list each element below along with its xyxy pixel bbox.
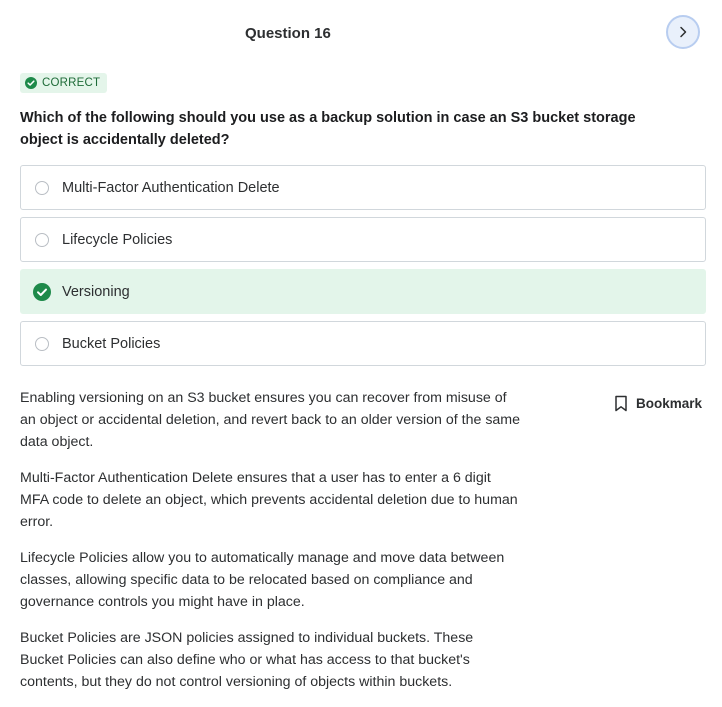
question-title: Question 16: [245, 25, 331, 42]
chevron-right-icon: [680, 26, 687, 38]
radio-button[interactable]: [35, 180, 49, 195]
check-circle-icon: [33, 282, 51, 301]
answer-option-label: Bucket Policies: [62, 335, 161, 352]
radio-button[interactable]: [35, 232, 49, 247]
answer-option[interactable]: Multi-Factor Authentication Delete: [20, 165, 706, 210]
radio-button[interactable]: [35, 336, 49, 351]
explanation-paragraph: Bucket Policies are JSON policies assign…: [20, 630, 474, 690]
bookmark-button[interactable]: Bookmark: [614, 395, 702, 412]
explanation-paragraph: Enabling versioning on an S3 bucket ensu…: [20, 390, 521, 450]
question-prompt: Which of the following should you use as…: [20, 110, 636, 148]
answer-option-label: Multi-Factor Authentication Delete: [62, 179, 280, 196]
answer-option[interactable]: Lifecycle Policies: [20, 217, 706, 262]
next-question-button[interactable]: [666, 15, 700, 49]
bookmark-icon: [615, 395, 627, 412]
bookmark-label: Bookmark: [636, 396, 703, 411]
check-circle-icon: [25, 77, 37, 89]
explanation-paragraph: Multi-Factor Authentication Delete ensur…: [20, 470, 518, 530]
answer-option[interactable]: Bucket Policies: [20, 321, 706, 366]
answer-options: Multi-Factor Authentication Delete Lifec…: [20, 165, 706, 373]
explanation: Enabling versioning on an S3 bucket ensu…: [20, 387, 520, 707]
explanation-paragraph: Lifecycle Policies allow you to automati…: [20, 550, 505, 610]
status-badge: CORRECT: [20, 73, 108, 93]
answer-option-label: Lifecycle Policies: [62, 231, 173, 248]
answer-option-correct[interactable]: Versioning: [20, 269, 706, 314]
answer-option-label: Versioning: [62, 283, 130, 300]
status-badge-label: CORRECT: [42, 77, 101, 89]
